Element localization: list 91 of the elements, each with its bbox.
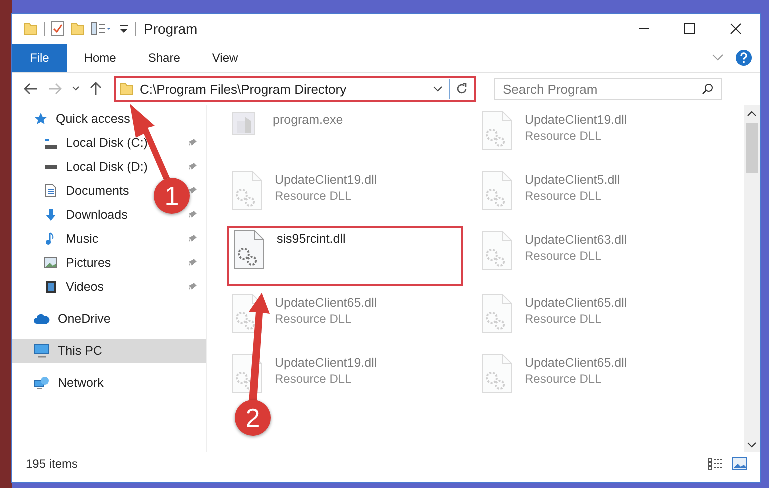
- film-icon: [44, 280, 58, 294]
- search-icon: [702, 83, 714, 95]
- sidebar-item[interactable]: Quick access: [34, 107, 130, 131]
- ribbon-tab[interactable]: File: [12, 44, 68, 72]
- pin-icon[interactable]: [188, 138, 198, 148]
- pin-icon[interactable]: [188, 234, 198, 244]
- address-bar[interactable]: C:\Program Files\Program Directory: [114, 76, 476, 102]
- sidebar-label: Downloads: [66, 208, 128, 222]
- sidebar-label: Pictures: [66, 256, 112, 270]
- ribbon-tab[interactable]: Home: [69, 44, 132, 72]
- network-icon: [34, 376, 50, 390]
- file-name[interactable]: UpdateClient65.dll: [525, 296, 628, 310]
- drive-icon: [44, 164, 58, 170]
- file-type: Resource DLL: [525, 372, 603, 386]
- sidebar-item[interactable]: OneDrive: [34, 307, 111, 331]
- file-type: Resource DLL: [525, 312, 603, 326]
- picture-icon: [44, 256, 58, 270]
- gear-file-icon[interactable]: [233, 230, 265, 270]
- sidebar-label: OneDrive: [58, 312, 111, 326]
- highlighted-file[interactable]: sis95rcint.dll: [227, 226, 463, 286]
- pin-icon[interactable]: [188, 258, 198, 268]
- pin-icon[interactable]: [188, 210, 198, 220]
- close-icon[interactable]: [730, 23, 742, 35]
- up-arrow-icon[interactable]: [90, 82, 102, 96]
- sidebar-item[interactable]: Local Disk (C:): [44, 131, 148, 155]
- cloud-icon: [34, 313, 50, 325]
- scrollbar-thumb[interactable]: [746, 123, 758, 173]
- sidebar-label: Local Disk (C:): [66, 136, 148, 150]
- sidebar-item[interactable]: Documents: [44, 179, 130, 203]
- checklist-icon[interactable]: [51, 21, 65, 37]
- file-type: Resource DLL: [275, 312, 353, 326]
- sidebar-item[interactable]: Music: [44, 227, 99, 251]
- monitor-icon: [34, 344, 50, 358]
- search-field[interactable]: Search Program: [494, 78, 722, 100]
- drive-icon: [44, 138, 58, 148]
- chevron-down-icon[interactable]: [433, 86, 443, 92]
- chevron-down-icon[interactable]: [747, 442, 757, 448]
- chevron-up-icon[interactable]: [747, 111, 757, 117]
- folder-icon[interactable]: [71, 22, 85, 36]
- sidebar-label: Documents: [66, 184, 130, 198]
- sidebar-item[interactable]: Network: [34, 371, 104, 395]
- back-arrow-icon[interactable]: [24, 83, 38, 95]
- sidebar-label: Videos: [66, 280, 104, 294]
- step-badge: 1: [154, 178, 190, 214]
- details-view-icon[interactable]: [708, 457, 724, 471]
- ribbon-tab[interactable]: View: [197, 44, 254, 72]
- folder-icon: [120, 82, 134, 96]
- file-type: Resource DLL: [275, 189, 353, 203]
- sidebar-item[interactable]: This PC: [12, 339, 206, 363]
- help-icon[interactable]: [736, 50, 752, 66]
- chevron-down-icon[interactable]: [72, 86, 80, 92]
- step-badge: 2: [235, 400, 271, 436]
- file-name[interactable]: UpdateClient19.dll: [275, 173, 378, 187]
- dropdown-icon[interactable]: [119, 23, 129, 35]
- properties-icon[interactable]: [91, 22, 113, 36]
- refresh-icon[interactable]: [456, 83, 468, 95]
- file-name[interactable]: UpdateClient65.dll: [525, 356, 628, 370]
- document-icon: [44, 184, 58, 198]
- maximize-icon[interactable]: [684, 23, 696, 35]
- window-title: Program: [144, 21, 198, 37]
- item-count: 195 items: [26, 457, 78, 471]
- sidebar-label: This PC: [58, 344, 102, 358]
- download-arrow-icon: [44, 208, 58, 222]
- sidebar-label: Local Disk (D:): [66, 160, 148, 174]
- file-type: Resource DLL: [525, 189, 603, 203]
- file-name[interactable]: UpdateClient19.dll: [275, 356, 378, 370]
- pin-icon[interactable]: [188, 162, 198, 172]
- pin-icon[interactable]: [188, 186, 198, 196]
- scrollbar[interactable]: [744, 105, 760, 452]
- file-type: Resource DLL: [525, 249, 603, 263]
- star-icon: [34, 112, 48, 126]
- file-name[interactable]: UpdateClient63.dll: [525, 233, 628, 247]
- sidebar-label: Network: [58, 376, 104, 390]
- ribbon-tab[interactable]: Share: [133, 44, 196, 72]
- address-path: C:\Program Files\Program Directory: [140, 82, 348, 96]
- thumbnail-view-icon[interactable]: [732, 457, 748, 471]
- sidebar-item[interactable]: Local Disk (D:): [44, 155, 148, 179]
- sidebar-label: Quick access: [56, 112, 130, 126]
- file-name[interactable]: UpdateClient65.dll: [275, 296, 378, 310]
- file-name[interactable]: program.exe: [273, 113, 344, 127]
- sidebar-label: Music: [66, 232, 99, 246]
- file-name[interactable]: UpdateClient19.dll: [525, 113, 628, 127]
- folder-icon[interactable]: [24, 22, 38, 36]
- file-type: Resource DLL: [275, 372, 353, 386]
- sidebar-item[interactable]: Downloads: [44, 203, 128, 227]
- file-name[interactable]: UpdateClient5.dll: [525, 173, 620, 187]
- pin-icon[interactable]: [188, 282, 198, 292]
- file-name[interactable]: sis95rcint.dll: [277, 232, 346, 246]
- sidebar-item[interactable]: Videos: [44, 275, 104, 299]
- file-type: Resource DLL: [525, 129, 603, 143]
- sidebar-item[interactable]: Pictures: [44, 251, 112, 275]
